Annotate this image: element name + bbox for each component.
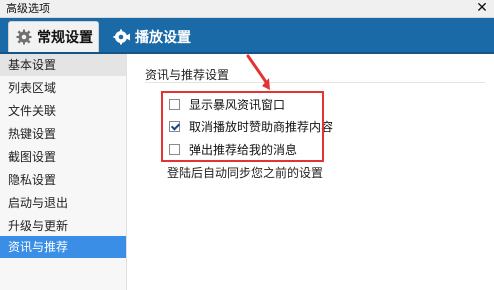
sidebar-item-update[interactable]: 升级与更新: [0, 215, 126, 237]
tab-playback-settings-label: 播放设置: [135, 29, 191, 46]
section-divider: [145, 82, 485, 83]
close-icon[interactable]: ✕: [474, 0, 490, 17]
sidebar-item-basic-settings[interactable]: 基本设置: [0, 54, 126, 76]
option-label: 显示暴风资讯窗口: [189, 97, 286, 112]
tab-general-settings-label: 常规设置: [37, 30, 93, 46]
option-label: 取消播放时赞助商推荐内容: [189, 119, 334, 134]
option-show-news-window[interactable]: 显示暴风资讯窗口: [169, 96, 285, 112]
section-title: 资讯与推荐设置: [145, 68, 230, 82]
advanced-options-window: 高级选项 ✕ 常规设置 播放设置 基本设置 列表区域 文件关联 热键设置 截图设…: [0, 0, 494, 290]
option-cancel-sponsor-content[interactable]: 取消播放时赞助商推荐内容: [169, 118, 333, 134]
window-title: 高级选项: [6, 2, 50, 15]
tab-playback-settings[interactable]: 播放设置: [108, 21, 198, 52]
sidebar-item-privacy[interactable]: 隐私设置: [0, 169, 126, 191]
sidebar-item-startup-exit[interactable]: 启动与退出: [0, 192, 126, 214]
checkbox-cancel-sponsor-content[interactable]: [169, 120, 180, 132]
sidebar-item-file-association[interactable]: 文件关联: [0, 100, 126, 122]
sidebar-item-news-recommendations[interactable]: 资讯与推荐: [0, 236, 126, 258]
sync-settings-text: 登陆后自动同步您之前的设置: [167, 166, 324, 180]
sidebar: 基本设置 列表区域 文件关联 热键设置 截图设置 隐私设置 启动与退出 升级与更…: [0, 54, 127, 290]
checkbox-show-news-window[interactable]: [169, 98, 180, 110]
settings-panel: 资讯与推荐设置 显示暴风资讯窗口 取消播放时赞助商推荐内容 弹出推荐给我的消息 …: [127, 54, 494, 290]
sidebar-item-screenshot[interactable]: 截图设置: [0, 146, 126, 168]
tab-bar: 常规设置 播放设置: [0, 18, 494, 54]
sidebar-item-list-area[interactable]: 列表区域: [0, 77, 126, 99]
sidebar-item-hotkeys[interactable]: 热键设置: [0, 123, 126, 145]
tab-general-settings[interactable]: 常规设置: [8, 21, 99, 52]
title-bar: 高级选项 ✕: [0, 0, 494, 18]
option-label: 弹出推荐给我的消息: [189, 142, 298, 157]
gear-icon: [15, 28, 33, 46]
annotation-arrow: [246, 54, 270, 90]
checkbox-popup-recommended-messages[interactable]: [169, 143, 180, 155]
option-popup-recommended-messages[interactable]: 弹出推荐给我的消息: [169, 141, 297, 157]
play-settings-icon: [113, 28, 131, 46]
